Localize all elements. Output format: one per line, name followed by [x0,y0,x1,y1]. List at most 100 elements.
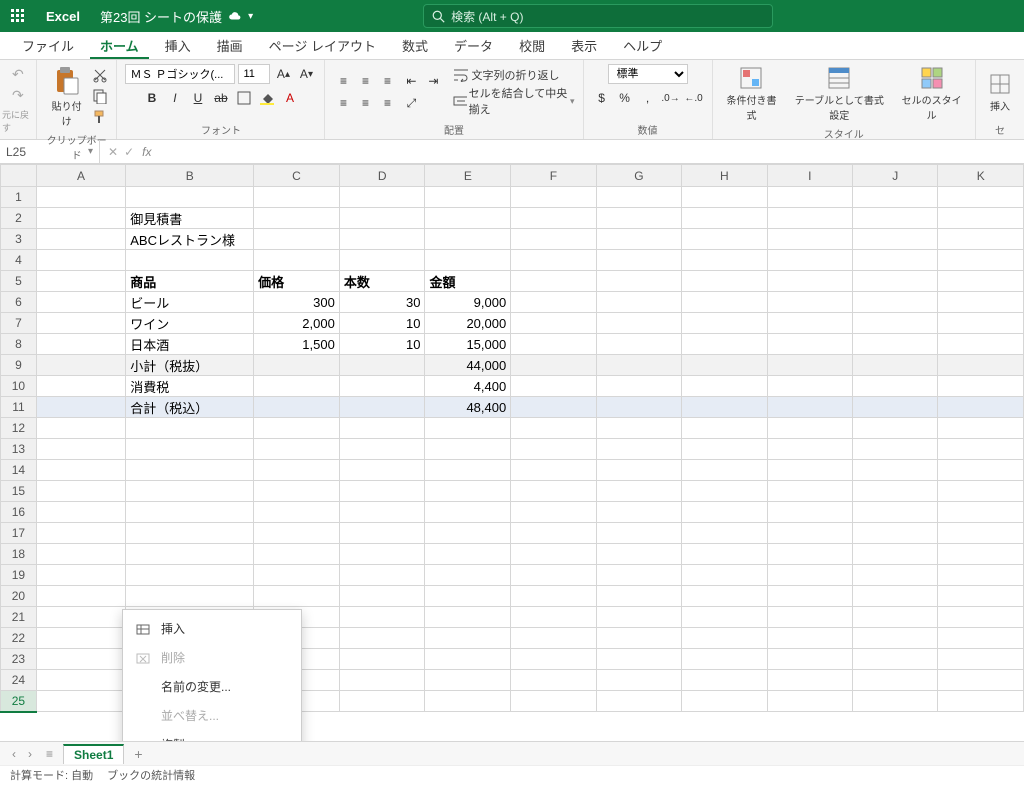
cell-D24[interactable] [339,670,425,691]
cell-G16[interactable] [596,502,681,523]
row-header-4[interactable]: 4 [1,250,37,271]
cell-B2[interactable]: 御見積書 [126,208,254,229]
cell-J19[interactable] [853,565,938,586]
cell-F23[interactable] [511,649,596,670]
cell-D15[interactable] [339,481,425,502]
cell-G15[interactable] [596,481,681,502]
cell-J1[interactable] [853,187,938,208]
cell-G12[interactable] [596,418,681,439]
cell-K23[interactable] [938,649,1024,670]
sheet-list-button[interactable]: ≡ [40,747,59,761]
cell-B3[interactable]: ABCレストラン様 [126,229,254,250]
cell-C7[interactable]: 2,000 [254,313,340,334]
cell-J6[interactable] [853,292,938,313]
underline-button[interactable]: U [188,88,208,108]
col-header-A[interactable]: A [36,165,125,187]
format-painter-button[interactable] [92,109,108,128]
cell-D6[interactable]: 30 [339,292,425,313]
col-header-I[interactable]: I [767,165,852,187]
align-middle-button[interactable]: ≡ [355,71,375,91]
cell-K15[interactable] [938,481,1024,502]
cell-K4[interactable] [938,250,1024,271]
number-format-select[interactable]: 標準 [608,64,688,84]
cell-I11[interactable] [767,397,852,418]
cell-C6[interactable]: 300 [254,292,340,313]
cell-A17[interactable] [36,523,125,544]
cell-E14[interactable] [425,460,511,481]
cell-H18[interactable] [682,544,767,565]
cell-D14[interactable] [339,460,425,481]
col-header-D[interactable]: D [339,165,425,187]
cell-E23[interactable] [425,649,511,670]
cell-A19[interactable] [36,565,125,586]
menu-pagelayout[interactable]: ページ レイアウト [259,32,386,59]
decrease-font-button[interactable]: A▾ [296,64,316,84]
cell-J22[interactable] [853,628,938,649]
cell-H17[interactable] [682,523,767,544]
cell-H11[interactable] [682,397,767,418]
cell-D20[interactable] [339,586,425,607]
row-header-10[interactable]: 10 [1,376,37,397]
cell-I5[interactable] [767,271,852,292]
cell-K20[interactable] [938,586,1024,607]
cell-G24[interactable] [596,670,681,691]
currency-button[interactable]: $ [592,88,612,108]
cell-F12[interactable] [511,418,596,439]
cell-E3[interactable] [425,229,511,250]
row-header-1[interactable]: 1 [1,187,37,208]
cell-J16[interactable] [853,502,938,523]
font-size-select[interactable] [238,64,270,84]
cell-A14[interactable] [36,460,125,481]
cell-A7[interactable] [36,313,125,334]
cell-D4[interactable] [339,250,425,271]
cell-I3[interactable] [767,229,852,250]
cell-H9[interactable] [682,355,767,376]
cell-G13[interactable] [596,439,681,460]
row-header-17[interactable]: 17 [1,523,37,544]
cell-I8[interactable] [767,334,852,355]
cell-E16[interactable] [425,502,511,523]
cell-H22[interactable] [682,628,767,649]
sheet-nav-next[interactable]: › [24,747,36,761]
format-as-table-button[interactable]: テーブルとして書式設定 [786,64,892,124]
cell-K8[interactable] [938,334,1024,355]
cell-I20[interactable] [767,586,852,607]
cell-A16[interactable] [36,502,125,523]
border-button[interactable] [234,88,254,108]
name-box[interactable]: L25 ▾ [0,140,100,163]
cell-C16[interactable] [254,502,340,523]
cell-B17[interactable] [126,523,254,544]
cell-F13[interactable] [511,439,596,460]
cell-I6[interactable] [767,292,852,313]
spreadsheet-grid[interactable]: ABCDEFGHIJK 12御見積書3ABCレストラン様45商品価格本数金額6ビ… [0,164,1024,741]
cell-C13[interactable] [254,439,340,460]
cell-C15[interactable] [254,481,340,502]
cell-J14[interactable] [853,460,938,481]
cell-F15[interactable] [511,481,596,502]
col-header-H[interactable]: H [682,165,767,187]
row-header-7[interactable]: 7 [1,313,37,334]
cell-H10[interactable] [682,376,767,397]
cell-K6[interactable] [938,292,1024,313]
col-header-B[interactable]: B [126,165,254,187]
cell-E15[interactable] [425,481,511,502]
cell-K18[interactable] [938,544,1024,565]
align-center-button[interactable]: ≡ [355,93,375,113]
cell-G6[interactable] [596,292,681,313]
cell-F17[interactable] [511,523,596,544]
cell-H20[interactable] [682,586,767,607]
cell-F9[interactable] [511,355,596,376]
cell-E8[interactable]: 15,000 [425,334,511,355]
menu-help[interactable]: ヘルプ [613,32,672,59]
cell-styles-button[interactable]: セルのスタイル [896,64,967,124]
ctx-insert[interactable]: 挿入 [123,614,301,643]
font-color-button[interactable]: A [280,88,300,108]
row-header-13[interactable]: 13 [1,439,37,460]
cell-E9[interactable]: 44,000 [425,355,511,376]
cancel-formula-icon[interactable]: ✕ [108,145,118,159]
cell-D22[interactable] [339,628,425,649]
cell-I12[interactable] [767,418,852,439]
bold-button[interactable]: B [142,88,162,108]
strike-button[interactable]: ab [211,88,231,108]
cell-A25[interactable] [36,691,125,712]
